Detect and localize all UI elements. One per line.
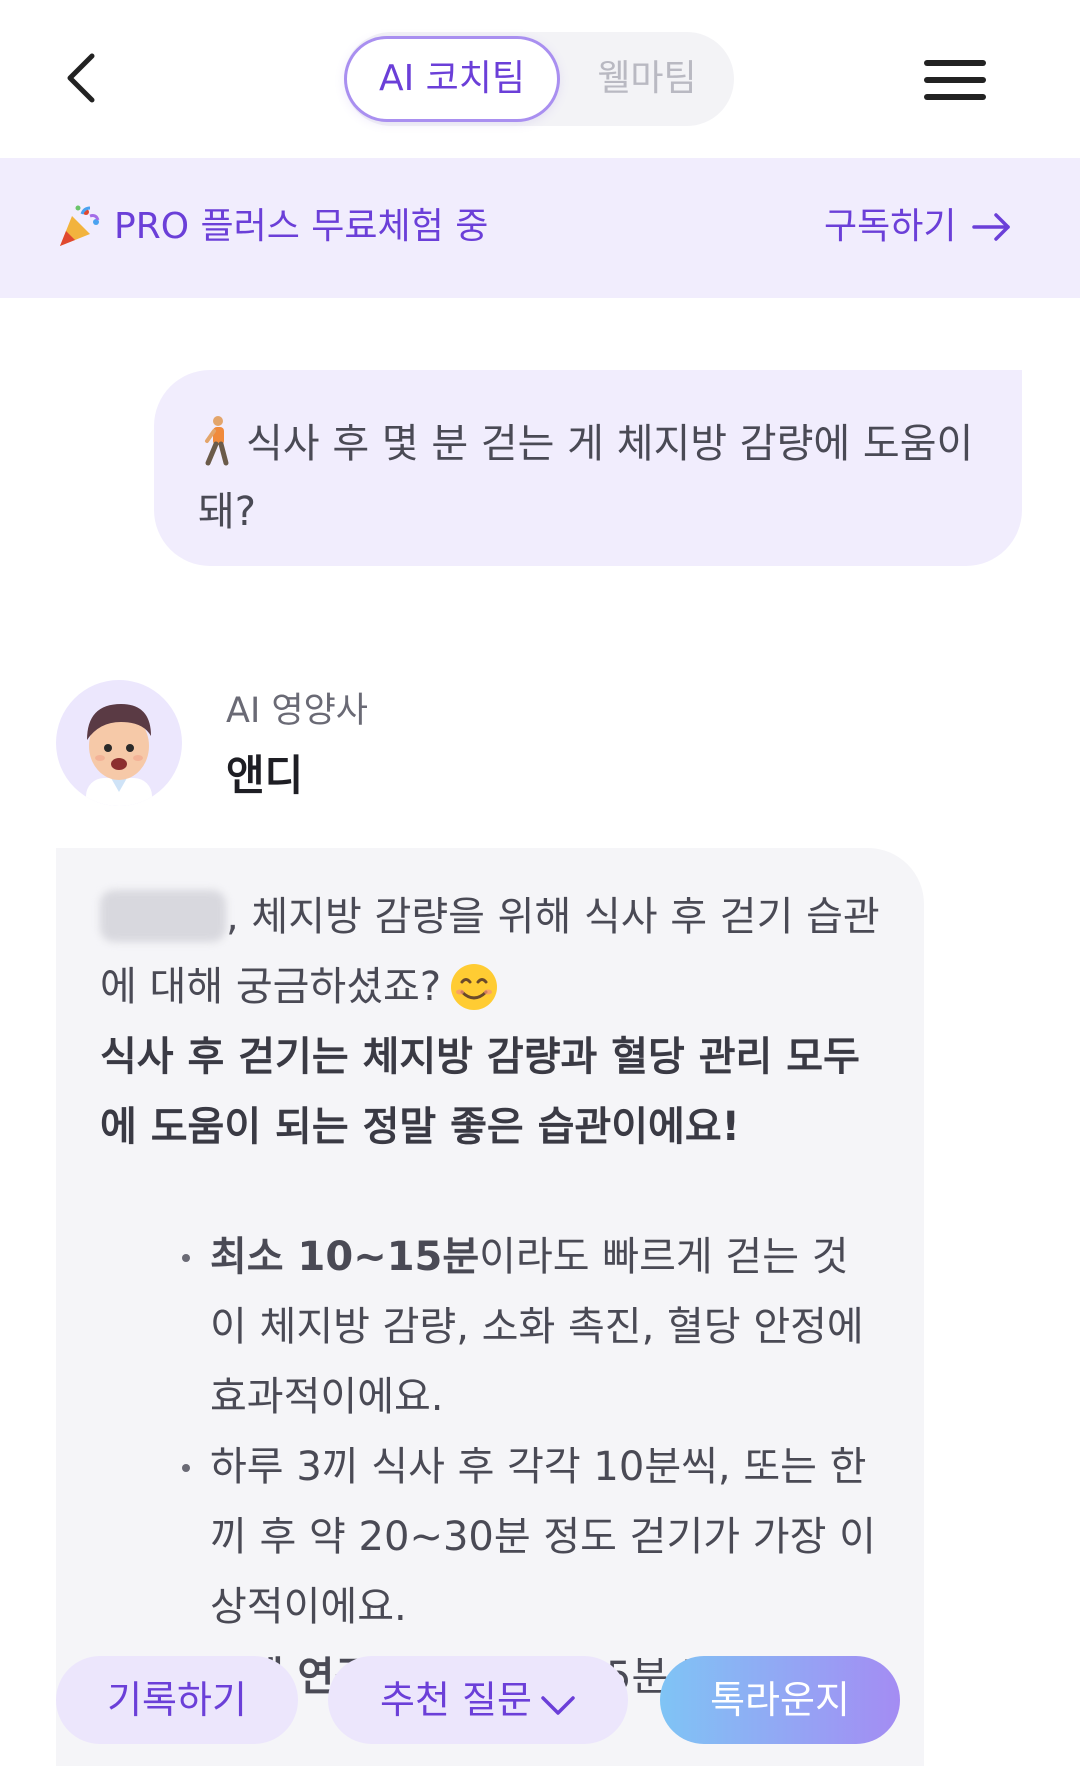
top-bar: AI 코치팀 웰마팀 bbox=[0, 0, 1080, 158]
subscribe-link[interactable]: 구독하기 bbox=[824, 202, 1012, 252]
tab-wellma-team[interactable]: 웰마팀 bbox=[560, 36, 734, 122]
menu-button[interactable] bbox=[924, 58, 988, 102]
hamburger-menu-icon bbox=[924, 60, 986, 66]
bot-name: 앤디 bbox=[226, 751, 304, 800]
promo-text: PRO 플러스 무료체험 중 bbox=[114, 206, 489, 247]
back-button[interactable] bbox=[58, 46, 108, 110]
subscribe-label: 구독하기 bbox=[824, 206, 957, 247]
chevron-down-icon bbox=[541, 1696, 575, 1715]
recommended-questions-button[interactable]: 추천 질문 bbox=[328, 1656, 628, 1744]
bot-role: AI 영양사 bbox=[226, 691, 368, 731]
team-tab-switch: AI 코치팀 웰마팀 bbox=[344, 32, 734, 126]
avatar[interactable] bbox=[56, 680, 182, 806]
bot-message-bubble: , 체지방 감량을 위해 식사 후 걷기 습관에 대해 궁금하셨죠? 식사 후 … bbox=[56, 848, 924, 1766]
user-message-text: 식사 후 몇 분 걷는 게 체지방 감량에 도움이 돼? bbox=[198, 421, 974, 535]
bot-intro: , 체지방 감량을 위해 식사 후 걷기 습관에 대해 궁금하셨죠? bbox=[100, 882, 880, 1022]
nutritionist-avatar-icon bbox=[86, 704, 152, 806]
bot-emphasis: 식사 후 걷기는 체지방 감량과 혈당 관리 모두에 도움이 되는 정말 좋은 … bbox=[100, 1034, 860, 1150]
recommended-questions-label: 추천 질문 bbox=[380, 1678, 532, 1722]
talk-lounge-button[interactable]: 톡라운지 bbox=[660, 1656, 900, 1744]
redacted-user-name bbox=[100, 890, 226, 942]
walking-person-icon bbox=[205, 416, 229, 466]
list-item: 최소 10~15분이라도 빠르게 걷는 것이 체지방 감량, 소화 촉진, 혈당… bbox=[182, 1222, 880, 1432]
promo-banner: PRO 플러스 무료체험 중 구독하기 bbox=[0, 158, 1080, 298]
party-popper-icon bbox=[60, 205, 100, 246]
arrow-right-icon bbox=[972, 213, 1011, 241]
tab-ai-coach-team[interactable]: AI 코치팀 bbox=[344, 36, 560, 122]
record-button[interactable]: 기록하기 bbox=[56, 1656, 298, 1744]
bot-bullet-list: 최소 10~15분이라도 빠르게 걷는 것이 체지방 감량, 소화 촉진, 혈당… bbox=[100, 1222, 880, 1712]
user-message-bubble: 식사 후 몇 분 걷는 게 체지방 감량에 도움이 돼? bbox=[154, 370, 1022, 566]
smiling-face-icon bbox=[451, 964, 498, 1010]
list-item: 하루 3끼 식사 후 각각 10분씩, 또는 한 끼 후 약 20~30분 정도… bbox=[182, 1432, 880, 1642]
chevron-left-icon bbox=[67, 53, 95, 103]
